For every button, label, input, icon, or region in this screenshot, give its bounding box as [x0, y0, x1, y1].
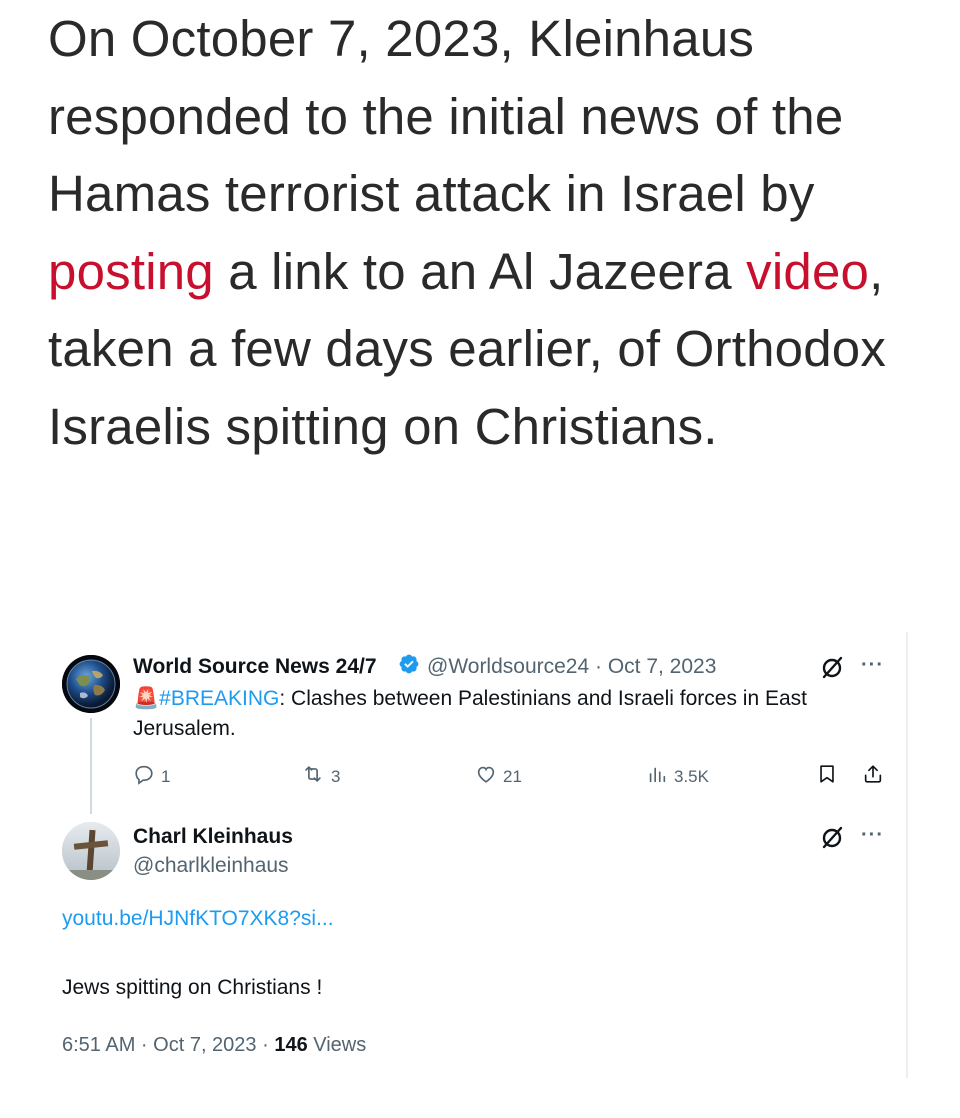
reply-count: 1	[161, 766, 171, 786]
views-count: 3.5K	[674, 766, 709, 786]
verified-badge-icon	[398, 653, 420, 675]
reply-author-name[interactable]: Charl Kleinhaus	[133, 825, 293, 849]
tweet-screenshot: World Source News 24/7 @Worldsource24 · …	[0, 632, 960, 1078]
grok-icon-reply[interactable]	[820, 824, 846, 850]
article-text-2: a link to an Al Jazeera	[213, 242, 747, 300]
retweet-count: 3	[331, 766, 341, 786]
share-icon[interactable]	[862, 763, 884, 790]
alarm-emoji: 🚨	[133, 687, 160, 710]
article-text-1: On October 7, 2023, Kleinhaus responded …	[48, 10, 844, 222]
tweet-body: 🚨#BREAKING: Clashes between Palestinians…	[133, 684, 873, 744]
video-link[interactable]: video	[746, 243, 869, 300]
worldsource-avatar[interactable]	[62, 655, 120, 713]
like-count: 21	[503, 766, 522, 786]
youtube-link[interactable]: youtu.be/HJNfKTO7XK8?si...	[62, 907, 334, 931]
retweet-button[interactable]: 3	[301, 763, 340, 790]
views-button[interactable]: 3.5K	[646, 763, 709, 790]
posting-link[interactable]: posting	[48, 243, 214, 300]
reply-timestamp: 6:51 AM · Oct 7, 2023 · 146 Views	[62, 1034, 366, 1057]
like-icon	[475, 763, 497, 790]
grok-icon[interactable]	[820, 654, 846, 680]
views-icon	[646, 763, 668, 790]
author-name[interactable]: World Source News 24/7	[133, 655, 377, 679]
more-icon-reply[interactable]: ···	[861, 824, 884, 847]
screenshot-border	[906, 632, 908, 1078]
kleinhaus-avatar[interactable]	[62, 822, 120, 880]
views-number: 146	[274, 1034, 308, 1056]
thread-connector	[90, 718, 92, 814]
breaking-hashtag[interactable]: #BREAKING	[159, 687, 279, 710]
time-date[interactable]: 6:51 AM · Oct 7, 2023 ·	[62, 1034, 274, 1056]
reply-icon	[133, 763, 155, 790]
views-label: Views	[307, 1034, 367, 1056]
reply-button[interactable]: 1	[133, 763, 170, 790]
reply-author-handle[interactable]: @charlkleinhaus	[133, 854, 289, 878]
author-handle-date[interactable]: @Worldsource24 · Oct 7, 2023	[427, 655, 716, 679]
reply-body: Jews spitting on Christians !	[62, 976, 323, 999]
like-button[interactable]: 21	[475, 763, 522, 790]
retweet-icon	[301, 763, 325, 790]
bookmark-icon[interactable]	[816, 763, 838, 790]
article-paragraph: On October 7, 2023, Kleinhaus responded …	[48, 0, 928, 465]
more-icon[interactable]: ···	[861, 654, 884, 677]
